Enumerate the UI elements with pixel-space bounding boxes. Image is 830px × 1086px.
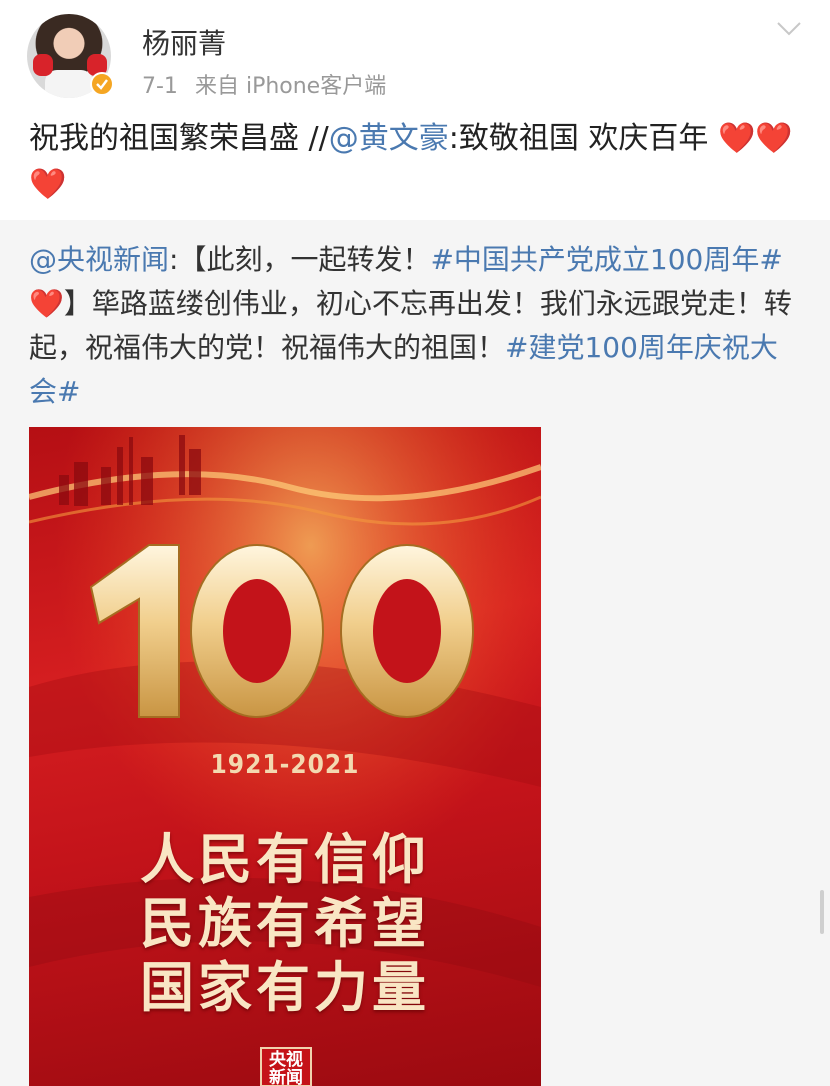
logo-line-1: 央视 [269,1050,303,1070]
repost-colon: :【此刻，一起转发！ [169,243,431,276]
scrollbar[interactable] [820,890,824,934]
reposted-content[interactable]: @央视新闻:【此刻，一起转发！#中国共产党成立100周年#❤️】筚路蓝缕创伟业，… [0,220,830,1086]
weibo-post-card: 杨丽菁 7-1 来自 iPhone客户端 祝我的祖国繁荣昌盛 //@黄文豪:致敬… [0,0,830,1086]
repost-mention[interactable]: @央视新闻 [29,243,169,276]
topic-link-1[interactable]: #中国共产党成立100周年# [430,243,782,276]
logo-line-2: 新闻 [269,1068,303,1086]
chevron-down-icon[interactable] [776,20,802,38]
poster-image[interactable]: 1921-2021 人民有信仰 民族有希望 国家有力量 央视 新闻 [29,427,541,1086]
poster-years: 1921-2021 [210,750,360,780]
post-meta: 7-1 来自 iPhone客户端 [142,68,386,100]
mention-link[interactable]: @黄文豪 [329,121,449,156]
heart-emoji: ❤️ [29,287,64,320]
poster-slogan-3: 国家有力量 [140,956,430,1019]
post-header: 杨丽菁 7-1 来自 iPhone客户端 [0,0,830,110]
post-text: 祝我的祖国繁荣昌盛 //@黄文豪:致敬祖国 欢庆百年 ❤️❤️❤️ [29,116,804,208]
post-text-after: :致敬祖国 欢庆百年 [448,121,709,156]
verified-badge-icon [90,72,114,96]
avatar-glove-left [33,54,53,76]
avatar-shirt [45,70,93,98]
author-name[interactable]: 杨丽菁 [142,22,226,62]
post-text-main: 祝我的祖国繁荣昌盛 // [29,121,329,156]
repost-text: @央视新闻:【此刻，一起转发！#中国共产党成立100周年#❤️】筚路蓝缕创伟业，… [29,238,804,414]
cctv-news-logo: 央视 新闻 [260,1047,312,1086]
post-time: 7-1 [142,74,178,99]
number-100 [89,544,474,718]
source-prefix: 来自 [194,74,239,99]
post-source: iPhone客户端 [245,74,387,99]
